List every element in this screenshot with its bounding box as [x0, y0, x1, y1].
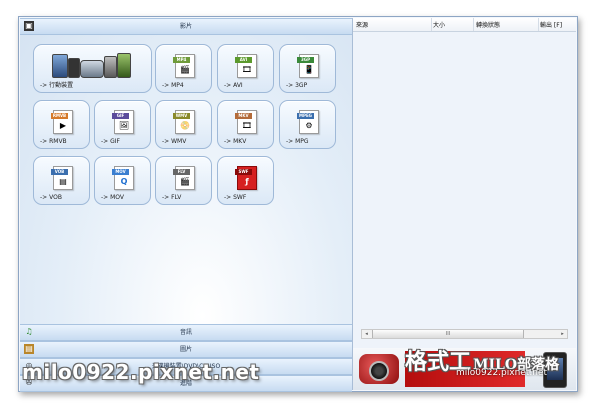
tile-label: -> MKV — [224, 138, 247, 145]
category-panel: ▣ 影片 -> 行動裝置 MP4 🎬 -> MP4 AVI 🎞 -> AVI 3… — [20, 18, 353, 392]
column-source[interactable]: 來源 — [356, 20, 368, 29]
tile-label: -> 行動裝置 — [40, 82, 74, 89]
rmvb-tile[interactable]: RMVB ▶ -> RMVB — [33, 100, 90, 149]
swf-file-icon: SWF ƒ — [235, 166, 257, 190]
tile-label: -> VOB — [40, 194, 62, 201]
scroll-right-icon[interactable]: ▸ — [558, 330, 567, 338]
column-size[interactable]: 大小 — [433, 20, 445, 29]
tile-label: -> SWF — [224, 194, 247, 201]
tile-label: -> WMV — [162, 138, 187, 145]
mov-tile[interactable]: MOV Q -> MOV — [94, 156, 151, 205]
format-factory-window: ▣ 影片 -> 行動裝置 MP4 🎬 -> MP4 AVI 🎞 -> AVI 3… — [18, 16, 578, 392]
tile-label: -> AVI — [224, 82, 243, 89]
scrollbar-thumb[interactable]: III — [372, 330, 524, 338]
mp4-file-icon: MP4 🎬 — [173, 54, 195, 78]
tile-label: -> MOV — [101, 194, 124, 201]
banner-url-watermark: milo0922.pixnet.net — [456, 368, 547, 378]
site-watermark: milo0922.pixnet.net — [22, 360, 260, 384]
mobile-devices-icon — [48, 50, 138, 80]
image-category-header[interactable]: ▤ 圖片 — [20, 341, 352, 358]
tile-label: -> 3GP — [286, 82, 308, 89]
3gp-file-icon: 3GP 📱 — [297, 54, 319, 78]
camera-icon — [359, 354, 399, 384]
mobile-device-tile[interactable]: -> 行動裝置 — [33, 44, 152, 93]
rmvb-file-icon: RMVB ▶ — [51, 110, 73, 134]
mpg-tile[interactable]: MPEG ⚙ -> MPG — [279, 100, 336, 149]
tile-label: -> MPG — [286, 138, 309, 145]
column-output[interactable]: 輸出 [F] — [540, 20, 562, 29]
mov-file-icon: MOV Q — [112, 166, 134, 190]
vob-tile[interactable]: VOB ▤ -> VOB — [33, 156, 90, 205]
audio-category-header[interactable]: ♫ 音訊 — [20, 324, 352, 341]
tile-label: -> RMVB — [40, 138, 67, 145]
scroll-left-icon[interactable]: ◂ — [362, 330, 371, 338]
mp4-tile[interactable]: MP4 🎬 -> MP4 — [155, 44, 212, 93]
horizontal-scrollbar[interactable]: ◂ III ▸ — [361, 329, 568, 339]
tile-label: -> FLV — [162, 194, 182, 201]
vob-file-icon: VOB ▤ — [51, 166, 73, 190]
file-list-panel: 來源 大小 轉換狀態 輸出 [F] ◂ III ▸ — [353, 18, 576, 348]
flv-file-icon: FLV 🎬 — [173, 166, 195, 190]
flv-tile[interactable]: FLV 🎬 -> FLV — [155, 156, 212, 205]
gif-file-icon: GIF 🖼 — [112, 110, 134, 134]
column-status[interactable]: 轉換狀態 — [476, 20, 500, 29]
swf-tile[interactable]: SWF ƒ -> SWF — [217, 156, 274, 205]
video-category-header[interactable]: ▣ 影片 — [20, 18, 352, 35]
avi-file-icon: AVI 🎞 — [235, 54, 257, 78]
tile-label: -> GIF — [101, 138, 120, 145]
wmv-file-icon: WMV 📀 — [173, 110, 195, 134]
picture-icon: ▤ — [24, 344, 34, 354]
mkv-tile[interactable]: MKV 🎞 -> MKV — [217, 100, 274, 149]
gif-tile[interactable]: GIF 🖼 -> GIF — [94, 100, 151, 149]
film-icon: ▣ — [24, 21, 34, 31]
tile-label: -> MP4 — [162, 82, 184, 89]
avi-tile[interactable]: AVI 🎞 -> AVI — [217, 44, 274, 93]
3gp-tile[interactable]: 3GP 📱 -> 3GP — [279, 44, 336, 93]
wmv-tile[interactable]: WMV 📀 -> WMV — [155, 100, 212, 149]
music-note-icon: ♫ — [25, 327, 33, 336]
mkv-file-icon: MKV 🎞 — [235, 110, 257, 134]
mpg-file-icon: MPEG ⚙ — [297, 110, 319, 134]
file-list-header: 來源 大小 轉換狀態 輸出 [F] — [353, 18, 576, 32]
